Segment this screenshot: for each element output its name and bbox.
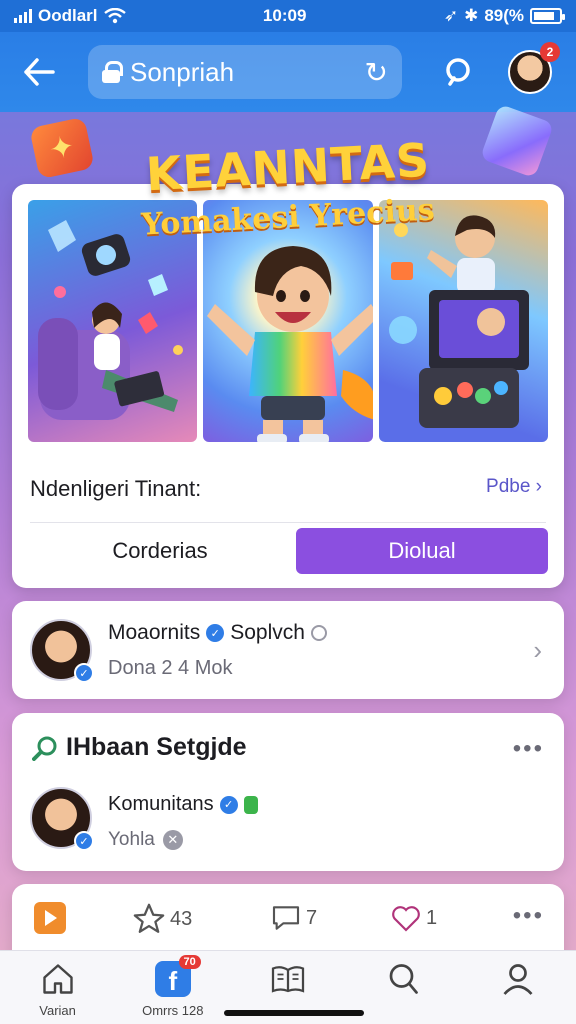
user-avatar[interactable]: 2	[508, 42, 560, 94]
star-icon	[133, 903, 165, 933]
feature-title: Ndenligeri Tinant:	[30, 476, 202, 501]
nav-facebook[interactable]: f 70 Omrrs 128	[133, 955, 213, 1015]
nav-label: Varian	[39, 1003, 76, 1015]
nav-search[interactable]	[363, 961, 443, 997]
comment-icon	[272, 906, 300, 930]
bluetooth-icon: ✱	[464, 6, 479, 25]
book-icon	[271, 966, 305, 993]
more-options-icon[interactable]: •••	[513, 902, 544, 930]
home-indicator	[224, 1010, 364, 1016]
url-text: Sonpriah	[130, 56, 235, 87]
notification-badge: 2	[540, 42, 560, 62]
verified-icon: ✓	[74, 831, 94, 851]
location-icon: ➶	[443, 6, 459, 25]
group-card[interactable]: IHbaan Setgjde ••• ✓ Komunitans ✓ Yohla …	[12, 713, 564, 871]
profile-name-suffix: Soplvch	[230, 621, 305, 644]
status-badge-icon	[243, 795, 258, 814]
member-subtitle-row: Yohla ✕	[108, 829, 183, 851]
nav-badge: 70	[178, 955, 201, 969]
star-button[interactable]: 43	[132, 902, 192, 936]
group-title: IHbaan Setgjde	[66, 733, 247, 761]
chevron-right-icon[interactable]: ›	[533, 635, 542, 666]
search-button[interactable]	[440, 52, 480, 92]
home-icon	[42, 964, 73, 994]
reload-icon[interactable]: ↻	[365, 56, 388, 89]
like-button[interactable]: 1	[390, 902, 437, 934]
more-options-icon[interactable]: •••	[513, 735, 544, 763]
battery-icon	[530, 8, 565, 24]
verified-badge-icon: ✓	[219, 795, 238, 814]
profile-name: Moaornits	[108, 621, 201, 644]
verified-badge-icon: ✓	[206, 624, 225, 642]
divider	[30, 522, 546, 523]
play-icon	[34, 902, 66, 934]
like-count: 1	[426, 906, 438, 929]
profile-subtitle: Dona 2 4 Mok	[108, 657, 233, 679]
app-header: Sonpriah ↻ 2	[0, 32, 576, 112]
arrow-left-icon	[24, 58, 55, 86]
address-bar[interactable]: Sonpriah ↻	[88, 45, 402, 99]
wifi-icon	[103, 8, 126, 24]
signal-icon	[14, 9, 32, 23]
star-count: 43	[170, 907, 193, 930]
profile-card[interactable]: ✓ Moaornits ✓ Soplvch Dona 2 4 Mok ›	[12, 601, 564, 699]
video-button[interactable]	[34, 902, 66, 934]
search-icon	[446, 58, 470, 86]
verified-icon: ✓	[74, 663, 94, 683]
nav-label: Omrrs 128	[142, 1003, 204, 1015]
info-badge-icon	[310, 625, 327, 641]
clock: 10:09	[262, 6, 307, 25]
status-bar: Oodlarl 10:09 ➶ ✱ 89(%	[0, 0, 576, 32]
primary-button[interactable]: Diolual	[296, 528, 548, 574]
nav-news[interactable]	[248, 961, 328, 997]
comment-button[interactable]: 7	[270, 902, 317, 934]
search-icon	[389, 964, 419, 994]
profile-name-row: Moaornits ✓ Soplvch	[108, 621, 327, 645]
member-name: Komunitans	[108, 793, 214, 815]
battery-percent: 89(%	[484, 6, 524, 25]
more-link[interactable]: Pdbe ›	[486, 476, 542, 498]
wrench-icon	[32, 736, 57, 761]
nav-home[interactable]: Varian	[18, 961, 98, 1015]
heart-icon	[392, 906, 420, 932]
nav-profile[interactable]	[478, 961, 558, 997]
illustration-panel-gaming	[378, 200, 548, 442]
secondary-button[interactable]: Corderias	[30, 528, 290, 574]
profile-icon	[503, 964, 533, 995]
lock-icon	[102, 61, 123, 83]
member-subtitle: Yohla	[108, 829, 155, 850]
close-icon[interactable]: ✕	[162, 830, 183, 850]
comment-count: 7	[306, 906, 318, 929]
member-name-row: Komunitans ✓	[108, 793, 258, 816]
carrier-label: Oodlarl	[38, 6, 98, 25]
back-button[interactable]	[14, 47, 64, 97]
